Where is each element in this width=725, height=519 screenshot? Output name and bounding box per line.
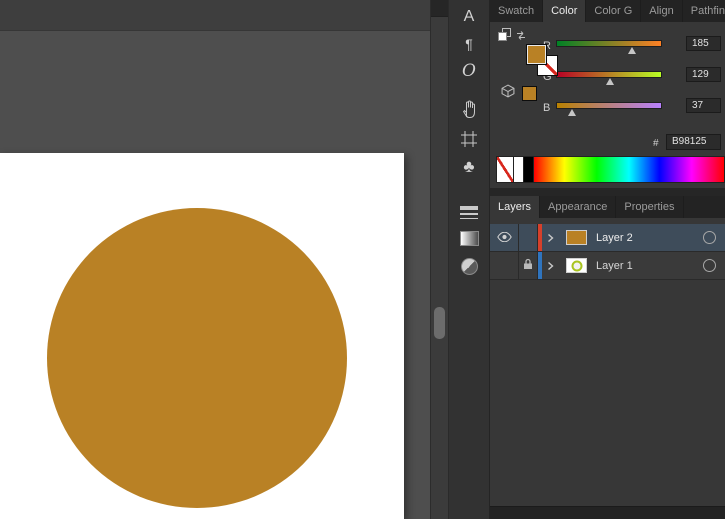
none-swatch[interactable] (497, 157, 514, 182)
layer-thumbnail[interactable] (566, 258, 587, 273)
blue-slider-thumb[interactable] (568, 109, 577, 116)
color-panel-tabbar: Swatch Color Color G Align Pathfin (490, 0, 725, 23)
tab-properties[interactable]: Properties (616, 196, 684, 218)
shaper-hand-icon[interactable] (449, 100, 489, 124)
transparency-panel-icon[interactable] (449, 258, 489, 275)
tab-color[interactable]: Color (543, 0, 587, 22)
layer-row-layer-1[interactable]: Layer 1 (490, 252, 725, 280)
tab-align[interactable]: Align (641, 0, 683, 22)
glyphs-panel-icon[interactable]: O (449, 61, 489, 81)
red-slider-track[interactable] (556, 40, 662, 54)
tab-swatches[interactable]: Swatch (490, 0, 544, 22)
layer-name[interactable]: Layer 1 (596, 260, 633, 272)
visibility-toggle[interactable] (490, 224, 519, 251)
layer-name[interactable]: Layer 2 (596, 232, 633, 244)
target-circle[interactable] (703, 259, 716, 272)
vertical-scrollbar[interactable] (430, 0, 449, 519)
lock-toggle[interactable] (519, 224, 538, 251)
hex-value-field[interactable]: B98125 (666, 134, 721, 150)
layers-panel-footer (490, 506, 725, 519)
stroke-panel-icon[interactable] (449, 206, 489, 222)
expand-chevron-icon[interactable] (542, 233, 558, 243)
expand-chevron-icon[interactable] (542, 261, 558, 271)
red-value-field[interactable]: 185 (686, 36, 721, 51)
ellipse-artwork[interactable] (47, 208, 347, 508)
symbols-panel-icon[interactable]: ♣ (449, 157, 489, 177)
scrollbar-cap (431, 0, 448, 17)
layers-panel-tabbar: Layers Appearance Properties (490, 196, 725, 219)
layer-row-layer-2[interactable]: Layer 2 (490, 224, 725, 252)
artboards-panel-icon[interactable] (449, 131, 489, 152)
black-swatch[interactable] (524, 157, 534, 182)
blue-slider-row: B 37 (490, 98, 725, 124)
green-value-field[interactable]: 129 (686, 67, 721, 82)
eye-icon (496, 229, 512, 247)
fill-proxy-swatch[interactable] (526, 44, 547, 65)
tab-layers[interactable]: Layers (490, 196, 541, 218)
tab-color-guide[interactable]: Color G (586, 0, 642, 22)
hex-label: # (653, 138, 659, 149)
blue-slider-label: B (543, 102, 551, 114)
color-spectrum-bar[interactable] (496, 156, 725, 183)
spectrum-ramp[interactable] (534, 157, 724, 182)
layer-thumbnail-artwork (571, 260, 582, 271)
scrollbar-thumb[interactable] (434, 307, 445, 339)
character-panel-icon[interactable]: A (449, 8, 489, 26)
lock-toggle[interactable] (519, 252, 538, 279)
canvas-area[interactable] (0, 0, 430, 519)
green-slider-track[interactable] (556, 71, 662, 85)
blue-slider-track[interactable] (556, 102, 662, 116)
paragraph-panel-icon[interactable]: ¶ (449, 36, 489, 52)
pasteboard-top-strip (0, 0, 430, 31)
gradient-panel-icon[interactable] (449, 231, 489, 246)
target-circle[interactable] (703, 231, 716, 244)
artboard[interactable] (0, 153, 404, 519)
color-panel: R 185 G 129 B 37 (490, 22, 725, 188)
illustrator-workspace: A ¶ O ♣ Swatch Color Color G Align Pathf… (0, 0, 725, 519)
layers-panel: Layer 2 Layer 1 (490, 218, 725, 506)
tab-appearance[interactable]: Appearance (540, 196, 617, 218)
green-slider-thumb[interactable] (605, 78, 614, 85)
visibility-toggle[interactable] (490, 252, 519, 279)
panel-icon-strip: A ¶ O ♣ (449, 0, 490, 519)
lock-icon (523, 257, 533, 275)
tab-pathfinder[interactable]: Pathfin (682, 0, 725, 22)
right-panel-dock: Swatch Color Color G Align Pathfin R (490, 0, 725, 519)
white-swatch[interactable] (514, 157, 524, 182)
layer-thumbnail[interactable] (566, 230, 587, 245)
green-slider-row: G 129 (490, 67, 725, 93)
blue-value-field[interactable]: 37 (686, 98, 721, 113)
red-slider-thumb[interactable] (628, 47, 637, 54)
